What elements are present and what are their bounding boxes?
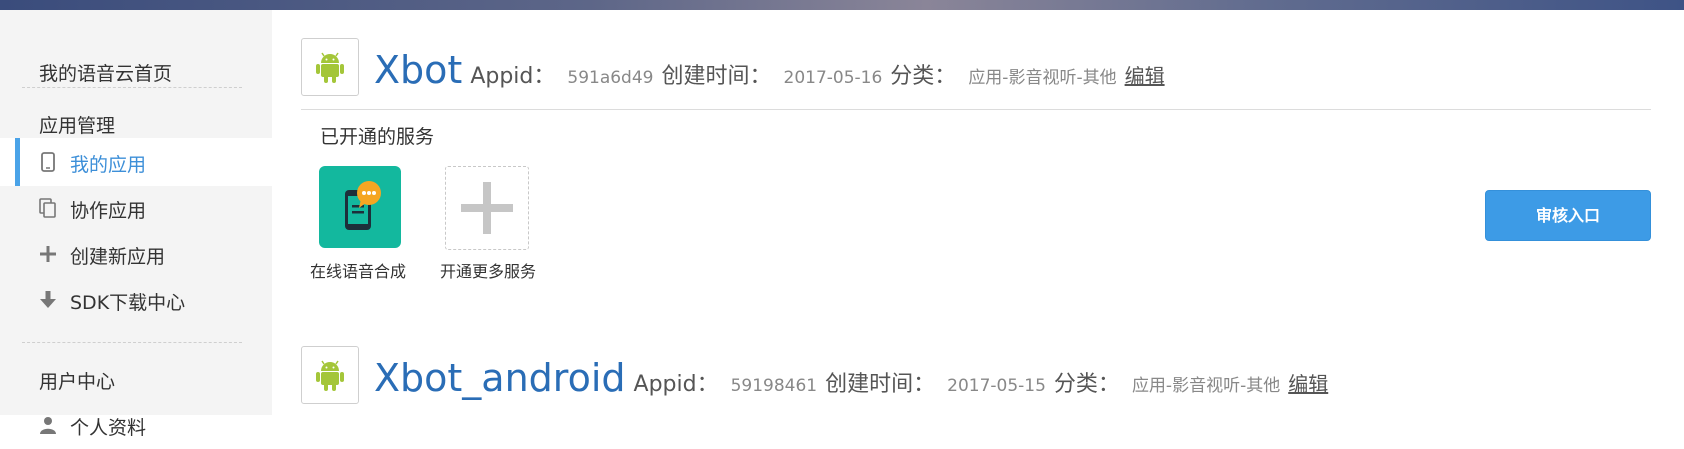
- sidebar-section-label: 用户中心: [39, 371, 116, 393]
- edit-link[interactable]: 编辑: [1125, 60, 1165, 89]
- sidebar-section-user-center: 用户中心: [0, 355, 272, 403]
- appid-label: Appid：: [470, 64, 556, 89]
- user-icon: [40, 417, 56, 434]
- sidebar-divider: [22, 87, 242, 88]
- category-value: 应用-影音视听-其他: [1131, 376, 1281, 396]
- download-icon: [40, 291, 56, 308]
- sidebar-item-sdk-download[interactable]: SDK下载中心: [0, 276, 272, 324]
- created-value: 2017-05-15: [947, 376, 1046, 396]
- created-label: 创建时间：: [825, 372, 936, 397]
- app-avatar: [301, 38, 359, 96]
- app-name-link[interactable]: Xbot_android: [374, 356, 626, 400]
- sidebar-divider: [22, 342, 242, 343]
- tts-service-label: 在线语音合成: [310, 262, 407, 281]
- sidebar-item-label: 我的应用: [70, 154, 147, 176]
- app-header: Xbot Appid： 591a6d49 创建时间： 2017-05-16 分类…: [374, 48, 1165, 92]
- app-header: Xbot_android Appid： 59198461 创建时间： 2017-…: [374, 356, 1328, 400]
- sidebar-item-label: 创建新应用: [70, 246, 166, 268]
- audit-entry-button[interactable]: 审核入口: [1485, 190, 1651, 241]
- sidebar: 我的语音云首页 应用管理 我的应用 协作应用 创建新应用 SDK下载中心 用户中…: [0, 10, 272, 439]
- sidebar-home-label: 我的语音云首页: [39, 63, 173, 85]
- created-value: 2017-05-16: [783, 68, 883, 88]
- app-name-link[interactable]: Xbot: [374, 48, 462, 92]
- sidebar-item-label: SDK下载中心: [70, 292, 186, 314]
- sidebar-item-create-app[interactable]: 创建新应用: [0, 230, 272, 278]
- sidebar-item-label: 协作应用: [70, 200, 147, 222]
- sidebar-item-collab-apps[interactable]: 协作应用: [0, 184, 272, 232]
- sidebar-item-label: 个人资料: [70, 417, 147, 439]
- sidebar-item-my-apps[interactable]: 我的应用: [0, 138, 272, 186]
- speech-bubble-phone-icon: [345, 181, 381, 230]
- category-label: 分类：: [890, 64, 957, 89]
- top-gradient-bar: [0, 0, 1684, 10]
- appid-label: Appid：: [633, 372, 719, 397]
- copy-icon: [39, 198, 56, 218]
- phone-icon: [41, 152, 55, 172]
- android-icon: [316, 360, 344, 391]
- appid-value: 591a6d49: [567, 68, 654, 88]
- divider: [301, 109, 1651, 110]
- app-avatar: [301, 346, 359, 404]
- appid-value: 59198461: [730, 376, 818, 396]
- category-label: 分类：: [1053, 372, 1120, 397]
- add-service-button[interactable]: [445, 166, 529, 250]
- android-icon: [316, 52, 344, 83]
- sidebar-item-profile[interactable]: 个人资料: [0, 401, 272, 449]
- tts-service-tile[interactable]: [319, 166, 401, 248]
- sidebar-section-label: 应用管理: [39, 115, 116, 137]
- created-label: 创建时间：: [661, 64, 772, 89]
- add-service-label: 开通更多服务: [440, 262, 537, 281]
- plus-icon: [40, 246, 56, 262]
- services-heading: 已开通的服务: [320, 126, 435, 148]
- category-value: 应用-影音视听-其他: [968, 68, 1117, 88]
- edit-link[interactable]: 编辑: [1288, 368, 1328, 397]
